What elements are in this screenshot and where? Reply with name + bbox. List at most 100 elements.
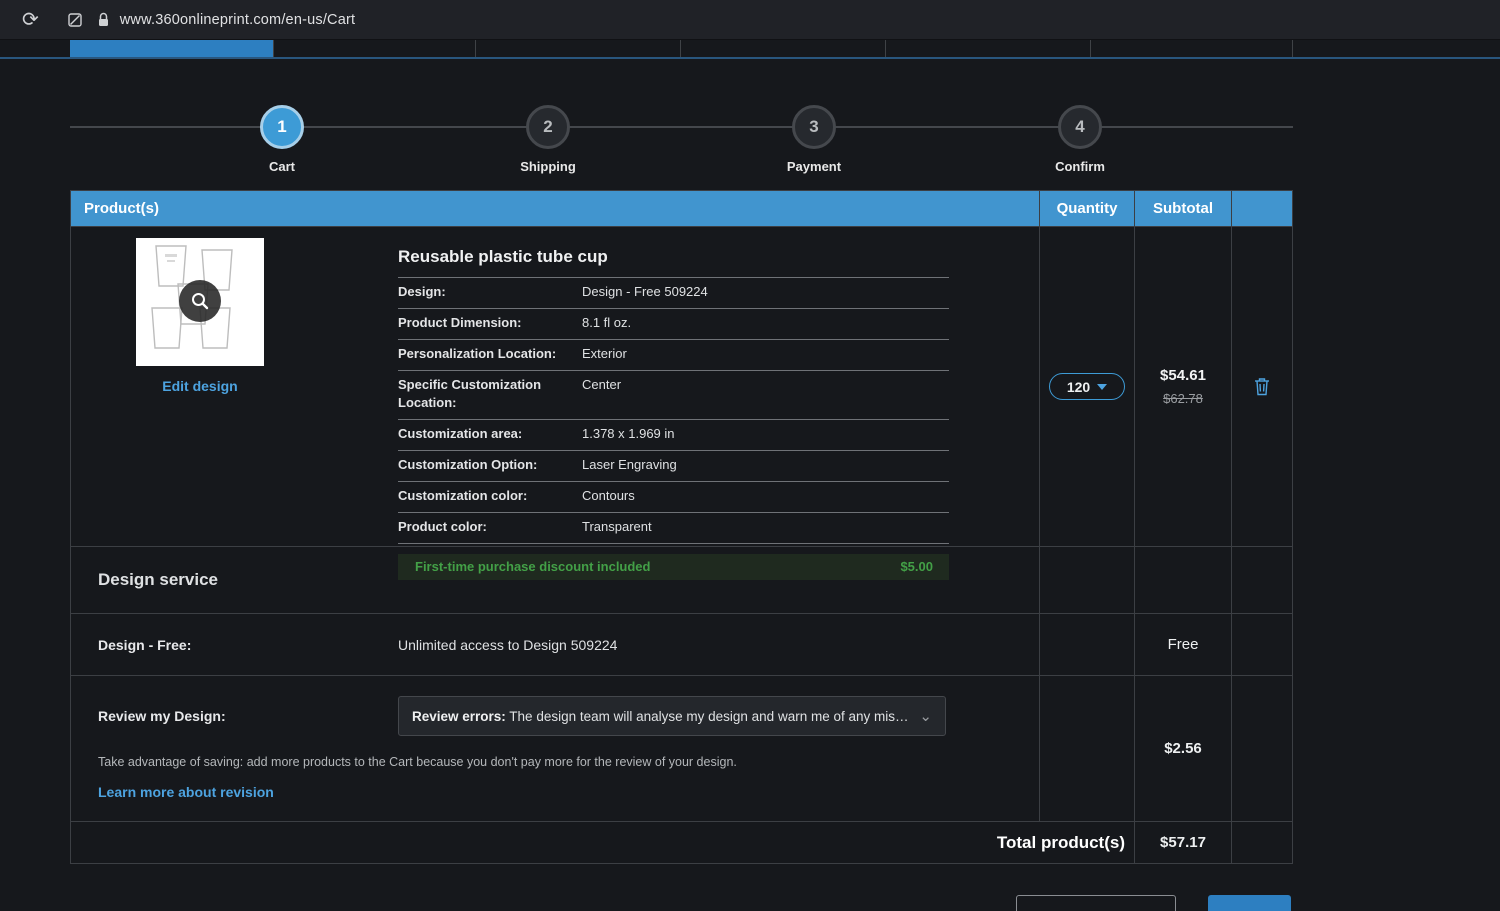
product-details: Reusable plastic tube cup Design: Design… <box>398 247 949 580</box>
review-qty-cell <box>1039 676 1134 821</box>
spec-row: Customization Option: Laser Engraving <box>398 451 949 482</box>
header-products: Product(s) <box>84 200 159 217</box>
nav-tab-2[interactable] <box>273 40 475 57</box>
header-actions <box>1231 191 1292 226</box>
nav-underline <box>0 57 1500 59</box>
spec-row: Specific Customization Location: Center <box>398 371 949 421</box>
review-design-cell: Review my Design: Review errors: The des… <box>71 676 1039 821</box>
step-shipping-label: Shipping <box>520 159 576 174</box>
spec-label: Customization Option: <box>398 457 538 473</box>
step-shipping-circle[interactable]: 2 <box>526 105 570 149</box>
spec-row: Product color: Transparent <box>398 513 949 544</box>
product-cell: Edit design Reusable plastic tube cup De… <box>71 227 1039 580</box>
spec-label: Specific Customization Location: <box>398 376 542 411</box>
review-saving-note: Take advantage of saving: add more produ… <box>98 755 737 769</box>
step-confirm-circle[interactable]: 4 <box>1058 105 1102 149</box>
nav-tab-4[interactable] <box>680 40 885 57</box>
total-actions-cell <box>1231 822 1292 863</box>
spec-row: Customization area: 1.378 x 1.969 in <box>398 420 949 452</box>
review-design-label: Review my Design: <box>98 708 226 724</box>
nav-tab-3[interactable] <box>475 40 680 57</box>
spec-value: 8.1 fl oz. <box>582 314 632 330</box>
quantity-dropdown[interactable]: 120 <box>1049 373 1125 400</box>
spec-label: Design: <box>398 284 446 299</box>
zoom-preview-icon[interactable] <box>179 280 221 322</box>
nav-tab-5[interactable] <box>885 40 1090 57</box>
spec-row: Product Dimension: 8.1 fl oz. <box>398 309 949 340</box>
delete-item-icon[interactable] <box>1254 377 1270 396</box>
step-payment-label: Payment <box>786 159 842 174</box>
secondary-action-button[interactable] <box>1016 895 1176 911</box>
lock-icon <box>97 12 110 28</box>
spec-label: Personalization Location: <box>398 345 557 361</box>
spec-row: Personalization Location: Exterior <box>398 340 949 371</box>
step-cart-circle[interactable]: 1 <box>260 105 304 149</box>
total-products-value: $57.17 <box>1134 822 1231 863</box>
total-row: Total product(s) $57.17 <box>71 821 1292 863</box>
nav-tabstrip <box>70 40 1293 57</box>
product-actions-cell <box>1231 227 1292 546</box>
page-content: 1 Cart 2 Shipping 3 Payment 4 Confirm Pr… <box>0 40 1500 911</box>
step-confirm-label: Confirm <box>1055 159 1105 174</box>
nav-tab-1[interactable] <box>70 40 273 57</box>
primary-action-button[interactable] <box>1208 895 1291 911</box>
content-blocker-icon[interactable] <box>67 12 83 28</box>
design-free-value: Unlimited access to Design 509224 <box>398 636 618 653</box>
product-subtotal-cell: $54.61 $62.78 <box>1134 227 1231 546</box>
step-confirm[interactable]: 4 Confirm <box>1020 105 1140 174</box>
step-payment[interactable]: 3 Payment <box>754 105 874 174</box>
design-free-row: Design - Free: Unlimited access to Desig… <box>71 613 1292 675</box>
page: ⟳ www.360onlineprint.com/en-us/Cart 1 Ca… <box>0 0 1500 911</box>
review-option-text: The design team will analyse my design a… <box>505 708 912 724</box>
step-shipping[interactable]: 2 Shipping <box>488 105 608 174</box>
header-subtotal: Subtotal <box>1134 191 1231 226</box>
spec-value: Laser Engraving <box>582 457 677 473</box>
edit-design-link[interactable]: Edit design <box>136 378 264 394</box>
nav-tab-6[interactable] <box>1090 40 1293 57</box>
url-text[interactable]: www.360onlineprint.com/en-us/Cart <box>120 12 356 28</box>
spec-label: Customization area: <box>398 426 523 442</box>
spec-value: Exterior <box>582 345 627 361</box>
spec-value: Center <box>582 376 622 392</box>
design-free-qty-cell <box>1039 614 1134 675</box>
design-service-subtotal-cell <box>1134 547 1231 613</box>
chevron-down-icon: ⌄ <box>919 708 932 725</box>
spec-value: Design - Free 509224 <box>582 284 708 299</box>
cart-table-header: Product(s) Quantity Subtotal <box>71 191 1292 226</box>
spec-value: Contours <box>582 487 635 503</box>
refresh-icon[interactable]: ⟳ <box>22 7 39 32</box>
design-free-price: Free <box>1134 614 1231 675</box>
product-row: Edit design Reusable plastic tube cup De… <box>71 226 1292 580</box>
product-thumbnail-wrap: Edit design <box>136 238 264 394</box>
design-service-actions-cell <box>1231 547 1292 613</box>
product-old-price: $62.78 <box>1163 391 1203 406</box>
learn-more-revision-link[interactable]: Learn more about revision <box>98 784 274 800</box>
design-service-row: Design service <box>71 546 1292 613</box>
step-cart[interactable]: 1 Cart <box>222 105 342 174</box>
review-design-row: Review my Design: Review errors: The des… <box>71 675 1292 821</box>
review-price: $2.56 <box>1134 676 1231 821</box>
spec-value: Transparent <box>582 518 652 534</box>
product-price: $54.61 <box>1160 367 1206 384</box>
product-name: Reusable plastic tube cup <box>398 247 949 278</box>
spec-row: Customization color: Contours <box>398 482 949 513</box>
spec-label: Product color: <box>398 518 487 534</box>
product-thumbnail[interactable] <box>136 238 264 366</box>
cart-table: Product(s) Quantity Subtotal Edit design… <box>70 190 1293 864</box>
review-option-dropdown[interactable]: Review errors: The design team will anal… <box>398 696 946 736</box>
design-free-cell: Design - Free: Unlimited access to Desig… <box>71 614 1039 675</box>
browser-address-bar: ⟳ www.360onlineprint.com/en-us/Cart <box>0 0 1500 40</box>
quantity-value: 120 <box>1066 378 1091 395</box>
step-payment-circle[interactable]: 3 <box>792 105 836 149</box>
spec-label: Customization color: <box>398 487 528 503</box>
spec-row: Design: Design - Free 509224 <box>398 278 949 309</box>
header-quantity: Quantity <box>1039 191 1134 226</box>
design-service-qty-cell <box>1039 547 1134 613</box>
step-cart-label: Cart <box>268 159 295 174</box>
spec-label: Product Dimension: <box>398 314 522 330</box>
review-option-bold: Review errors: <box>412 708 506 724</box>
design-free-label: Design - Free: <box>98 636 192 653</box>
chevron-down-icon <box>1097 383 1108 390</box>
spec-value: 1.378 x 1.969 in <box>582 426 675 442</box>
design-service-title: Design service <box>98 570 219 589</box>
